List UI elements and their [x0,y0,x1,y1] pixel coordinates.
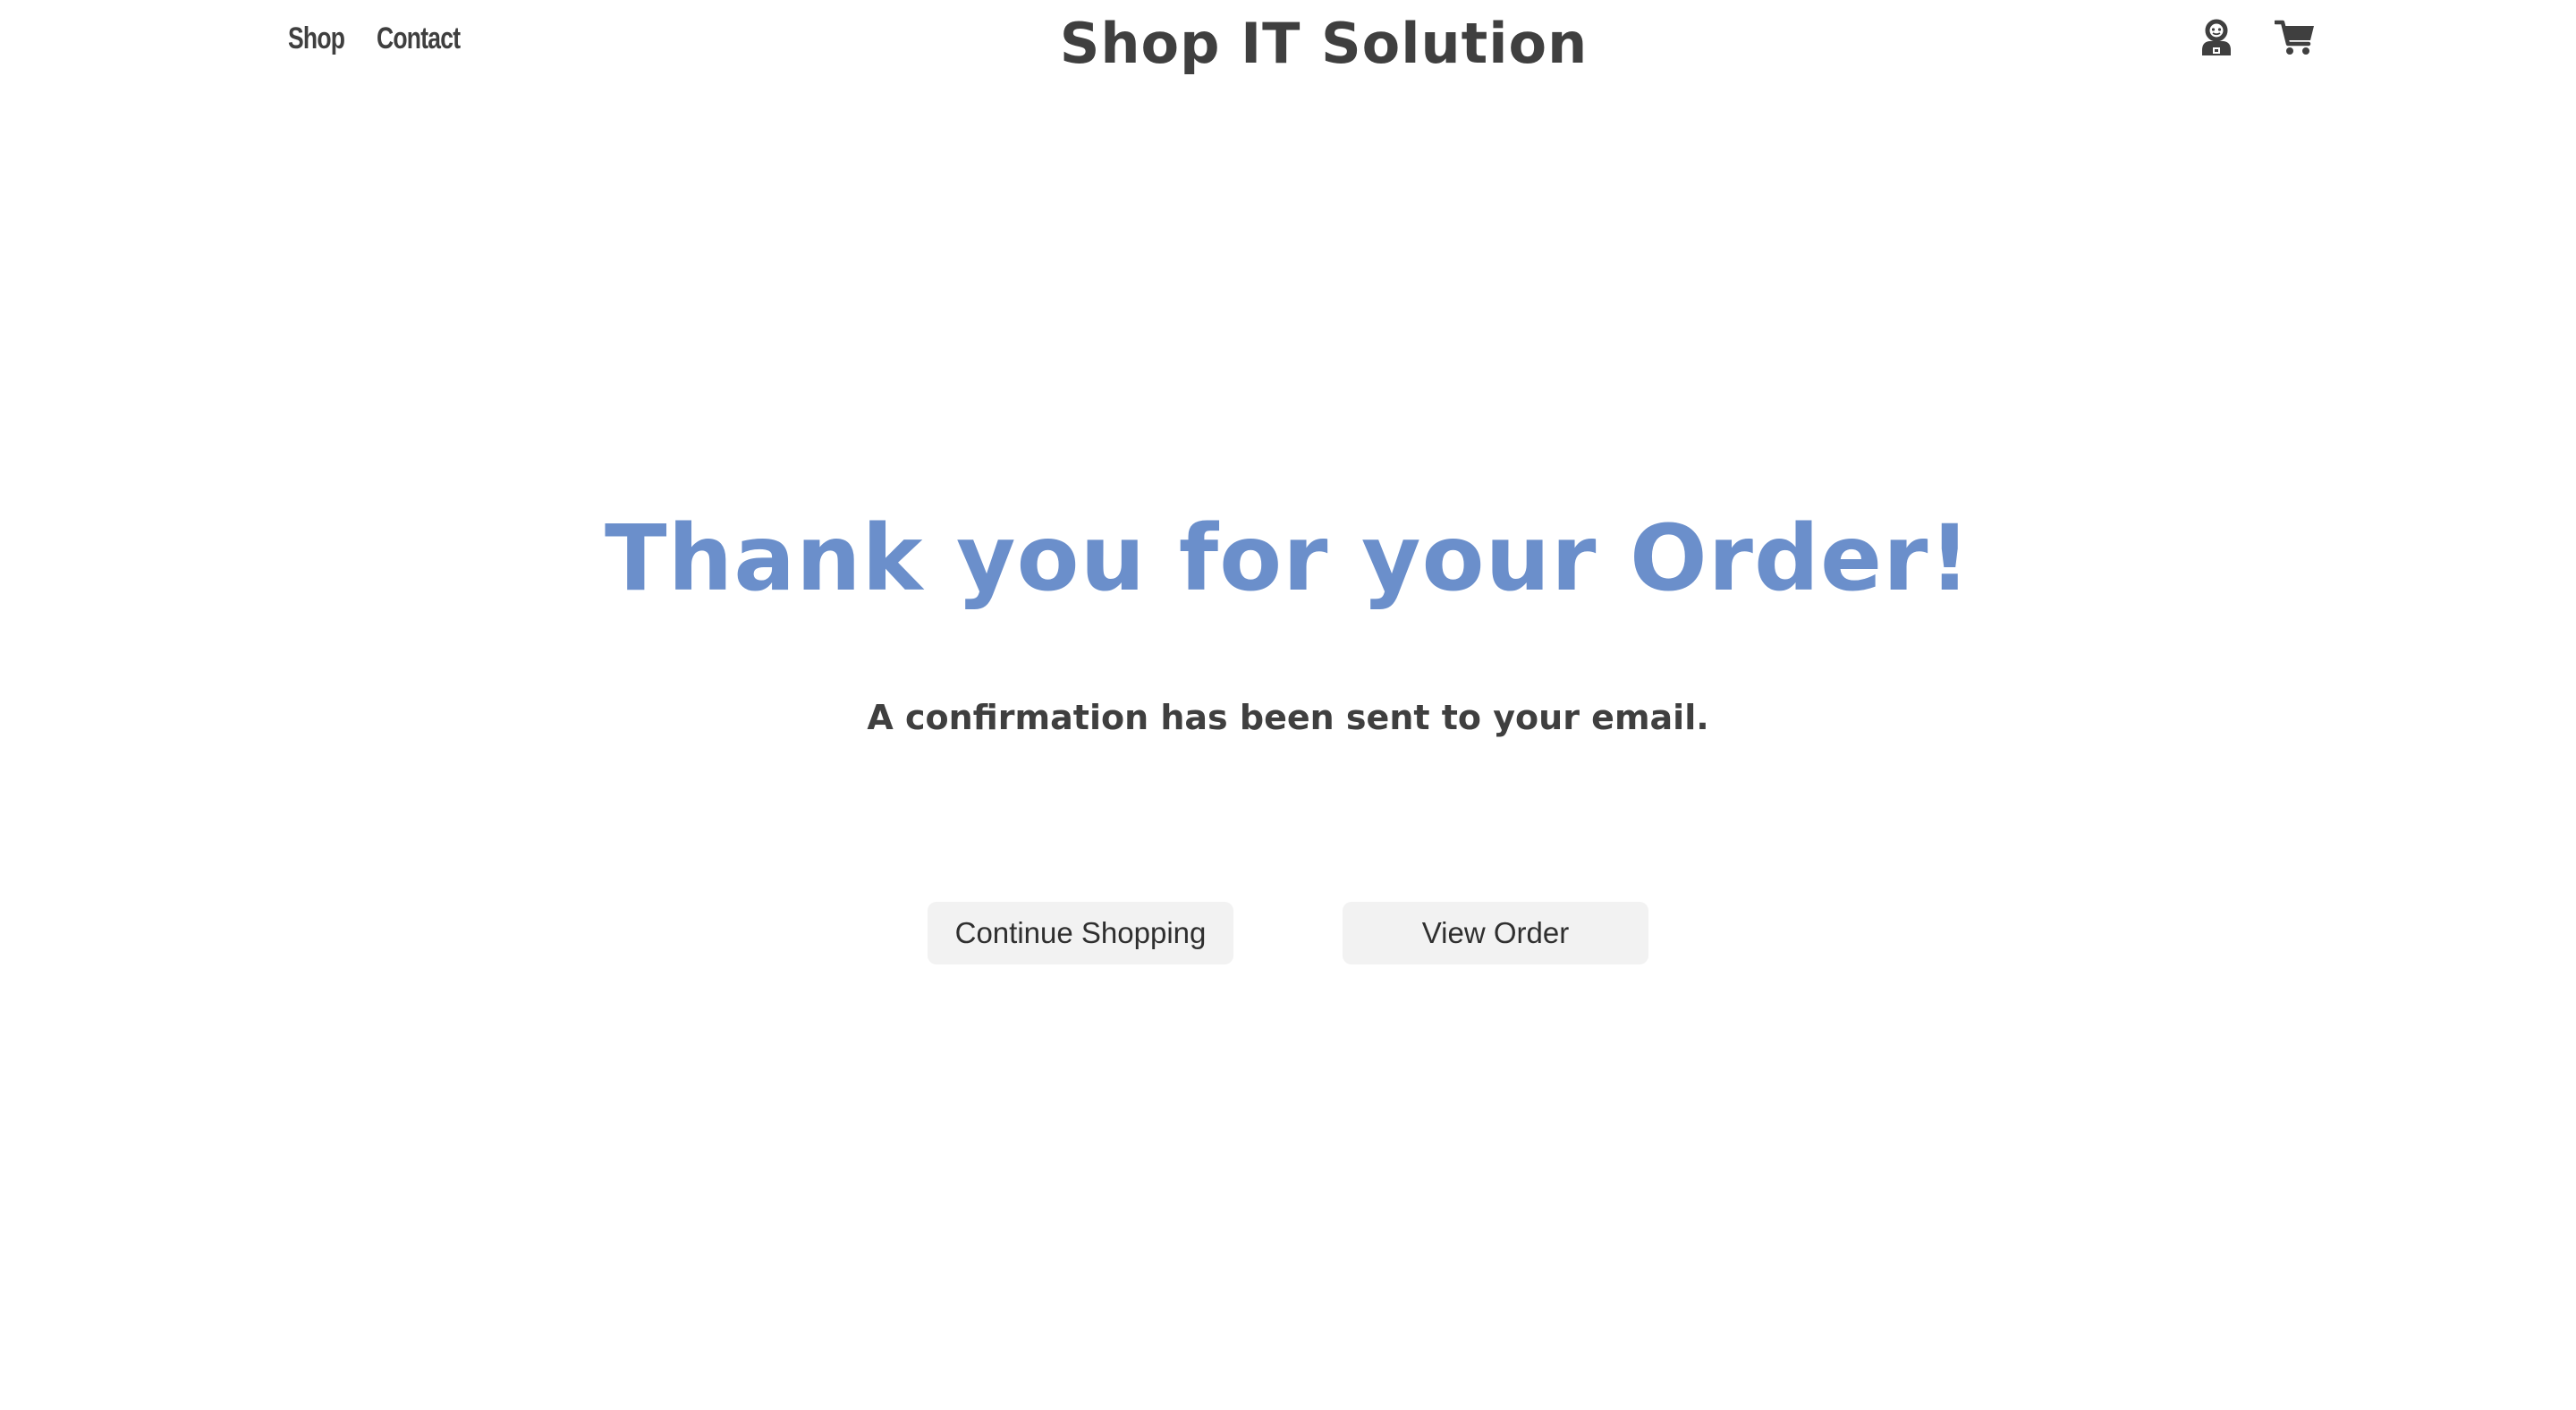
order-actions: Continue Shopping View Order [0,902,2576,964]
nav-link-contact[interactable]: Contact [377,21,461,56]
view-order-button[interactable]: View Order [1343,902,1648,964]
continue-shopping-button[interactable]: Continue Shopping [928,902,1233,964]
nav-link-shop[interactable]: Shop [288,21,345,56]
user-account-icon[interactable] [2195,16,2238,59]
site-title[interactable]: Shop IT Solution [1060,7,1588,79]
main-nav: Shop Contact [288,16,484,61]
thank-you-heading: Thank you for your Order! [605,505,1971,612]
header-icons [2195,13,2317,63]
confirmation-message: A confirmation has been sent to your ema… [867,698,1709,737]
confirmation-hero: Thank you for your Order! [0,501,2576,617]
shopping-cart-icon[interactable] [2274,16,2317,59]
